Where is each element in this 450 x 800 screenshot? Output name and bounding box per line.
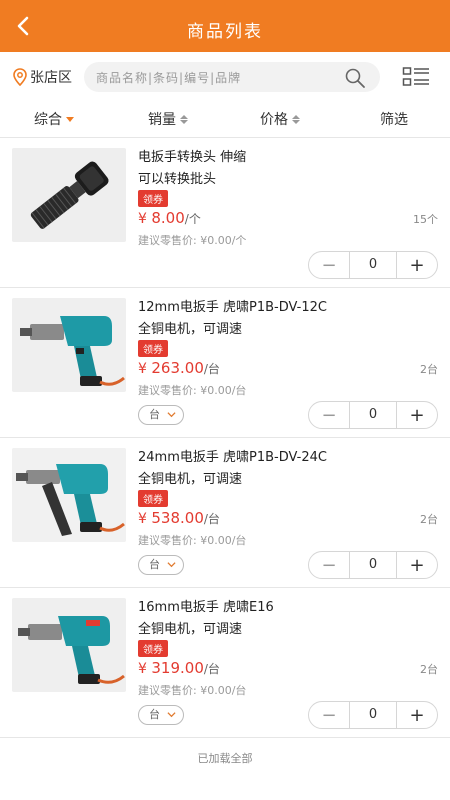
product-item[interactable]: 24mm电扳手 虎啸P1B-DV-24C 全铜电机，可调速 领券 ¥ 538.0… <box>0 438 450 588</box>
search-icon[interactable] <box>344 67 366 89</box>
product-name[interactable]: 电扳手转换头 伸缩 可以转换批头 <box>138 147 438 191</box>
sort-filter-label: 筛选 <box>380 112 408 128</box>
sort-price[interactable]: 价格 <box>260 109 300 129</box>
product-price: ¥ 263.00/台 <box>138 359 220 377</box>
price-unit: /个 <box>184 212 201 226</box>
product-image[interactable] <box>12 298 126 392</box>
product-price: ¥ 538.00/台 <box>138 509 220 527</box>
product-image[interactable] <box>12 448 126 542</box>
search-input[interactable]: 商品名称|条码|编号|品牌 <box>84 62 380 92</box>
sort-caret-icon <box>180 114 188 124</box>
decrement-button[interactable]: − <box>309 552 349 578</box>
suggested-retail-price: 建议零售价: ¥0.00/台 <box>138 534 247 547</box>
quantity-stepper: − 0 + <box>308 251 438 279</box>
sort-caret-icon <box>66 116 74 122</box>
chevron-down-icon <box>167 412 176 418</box>
unit-select[interactable]: 台 <box>138 555 184 575</box>
product-price: ¥ 8.00/个 <box>138 209 201 227</box>
decrement-button[interactable]: − <box>309 252 349 278</box>
stock-count: 15个 <box>413 213 438 226</box>
price-value: 319.00 <box>151 659 204 677</box>
search-placeholder: 商品名称|条码|编号|品牌 <box>96 71 242 85</box>
product-item[interactable]: 电扳手转换头 伸缩 可以转换批头 领券 ¥ 8.00/个 15个 建议零售价: … <box>0 138 450 288</box>
sort-bar: 综合 销量 价格 筛选 <box>0 100 450 138</box>
suggested-retail-price: 建议零售价: ¥0.00/台 <box>138 384 247 397</box>
quantity-value[interactable]: 0 <box>349 252 397 278</box>
product-image[interactable] <box>12 148 126 242</box>
unit-select[interactable]: 台 <box>138 705 184 725</box>
stock-count: 2台 <box>420 513 438 526</box>
price-value: 538.00 <box>151 509 204 527</box>
sort-sales[interactable]: 销量 <box>148 109 188 129</box>
product-name[interactable]: 24mm电扳手 虎啸P1B-DV-24C 全铜电机，可调速 <box>138 447 438 491</box>
coupon-badge[interactable]: 领券 <box>138 640 168 657</box>
suggested-retail-price: 建议零售价: ¥0.00/个 <box>138 234 247 247</box>
coupon-badge[interactable]: 领券 <box>138 340 168 357</box>
coupon-badge[interactable]: 领券 <box>138 490 168 507</box>
load-complete-text: 已加载全部 <box>197 752 253 765</box>
unit-select-value: 台 <box>149 558 160 571</box>
product-name[interactable]: 12mm电扳手 虎啸P1B-DV-12C 全铜电机，可调速 <box>138 297 438 341</box>
quantity-value[interactable]: 0 <box>349 702 397 728</box>
quantity-value[interactable]: 0 <box>349 552 397 578</box>
quantity-value[interactable]: 0 <box>349 402 397 428</box>
list-view-toggle-icon[interactable] <box>402 66 430 90</box>
product-list: 电扳手转换头 伸缩 可以转换批头 领券 ¥ 8.00/个 15个 建议零售价: … <box>0 138 450 738</box>
increment-button[interactable]: + <box>397 702 437 728</box>
quantity-stepper: − 0 + <box>308 401 438 429</box>
sort-price-label: 价格 <box>260 112 288 128</box>
unit-select[interactable]: 台 <box>138 405 184 425</box>
sort-caret-icon <box>292 114 300 124</box>
coupon-badge[interactable]: 领券 <box>138 190 168 207</box>
location-label[interactable]: 张店区 <box>30 67 72 87</box>
search-bar: 张店区 商品名称|条码|编号|品牌 <box>0 52 450 100</box>
sort-sales-label: 销量 <box>148 112 176 128</box>
page-title: 商品列表 <box>187 22 263 42</box>
price-unit: /台 <box>203 662 220 676</box>
sort-filter[interactable]: 筛选 <box>380 109 408 129</box>
quantity-stepper: − 0 + <box>308 701 438 729</box>
sort-composite-label: 综合 <box>34 112 62 128</box>
price-symbol: ¥ <box>138 211 147 227</box>
increment-button[interactable]: + <box>397 552 437 578</box>
increment-button[interactable]: + <box>397 402 437 428</box>
quantity-stepper: − 0 + <box>308 551 438 579</box>
product-image[interactable] <box>12 598 126 692</box>
increment-button[interactable]: + <box>397 252 437 278</box>
decrement-button[interactable]: − <box>309 402 349 428</box>
price-symbol: ¥ <box>138 511 147 527</box>
price-value: 263.00 <box>151 359 204 377</box>
price-unit: /台 <box>203 512 220 526</box>
location-pin-icon[interactable] <box>12 68 28 86</box>
product-item[interactable]: 12mm电扳手 虎啸P1B-DV-12C 全铜电机，可调速 领券 ¥ 263.0… <box>0 288 450 438</box>
product-item[interactable]: 16mm电扳手 虎啸E16 全铜电机，可调速 领券 ¥ 319.00/台 2台 … <box>0 588 450 738</box>
price-value: 8.00 <box>151 209 185 227</box>
price-symbol: ¥ <box>138 361 147 377</box>
suggested-retail-price: 建议零售价: ¥0.00/台 <box>138 684 247 697</box>
chevron-down-icon <box>167 712 176 718</box>
decrement-button[interactable]: − <box>309 702 349 728</box>
stock-count: 2台 <box>420 663 438 676</box>
sort-composite[interactable]: 综合 <box>34 109 74 129</box>
price-unit: /台 <box>203 362 220 376</box>
product-name[interactable]: 16mm电扳手 虎啸E16 全铜电机，可调速 <box>138 597 438 641</box>
price-symbol: ¥ <box>138 661 147 677</box>
stock-count: 2台 <box>420 363 438 376</box>
chevron-down-icon <box>167 562 176 568</box>
unit-select-value: 台 <box>149 408 160 421</box>
product-price: ¥ 319.00/台 <box>138 659 220 677</box>
app-header: 商品列表 <box>0 0 450 52</box>
unit-select-value: 台 <box>149 708 160 721</box>
